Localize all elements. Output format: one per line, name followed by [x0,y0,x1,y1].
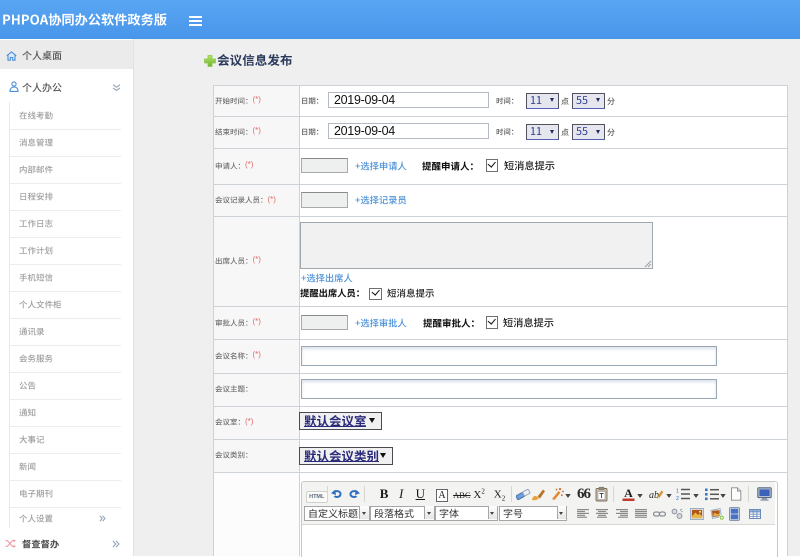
svg-text:2: 2 [676,496,679,501]
svg-text:A: A [624,486,633,500]
svg-text:1: 1 [676,488,679,494]
svg-text:ab: ab [649,490,659,501]
